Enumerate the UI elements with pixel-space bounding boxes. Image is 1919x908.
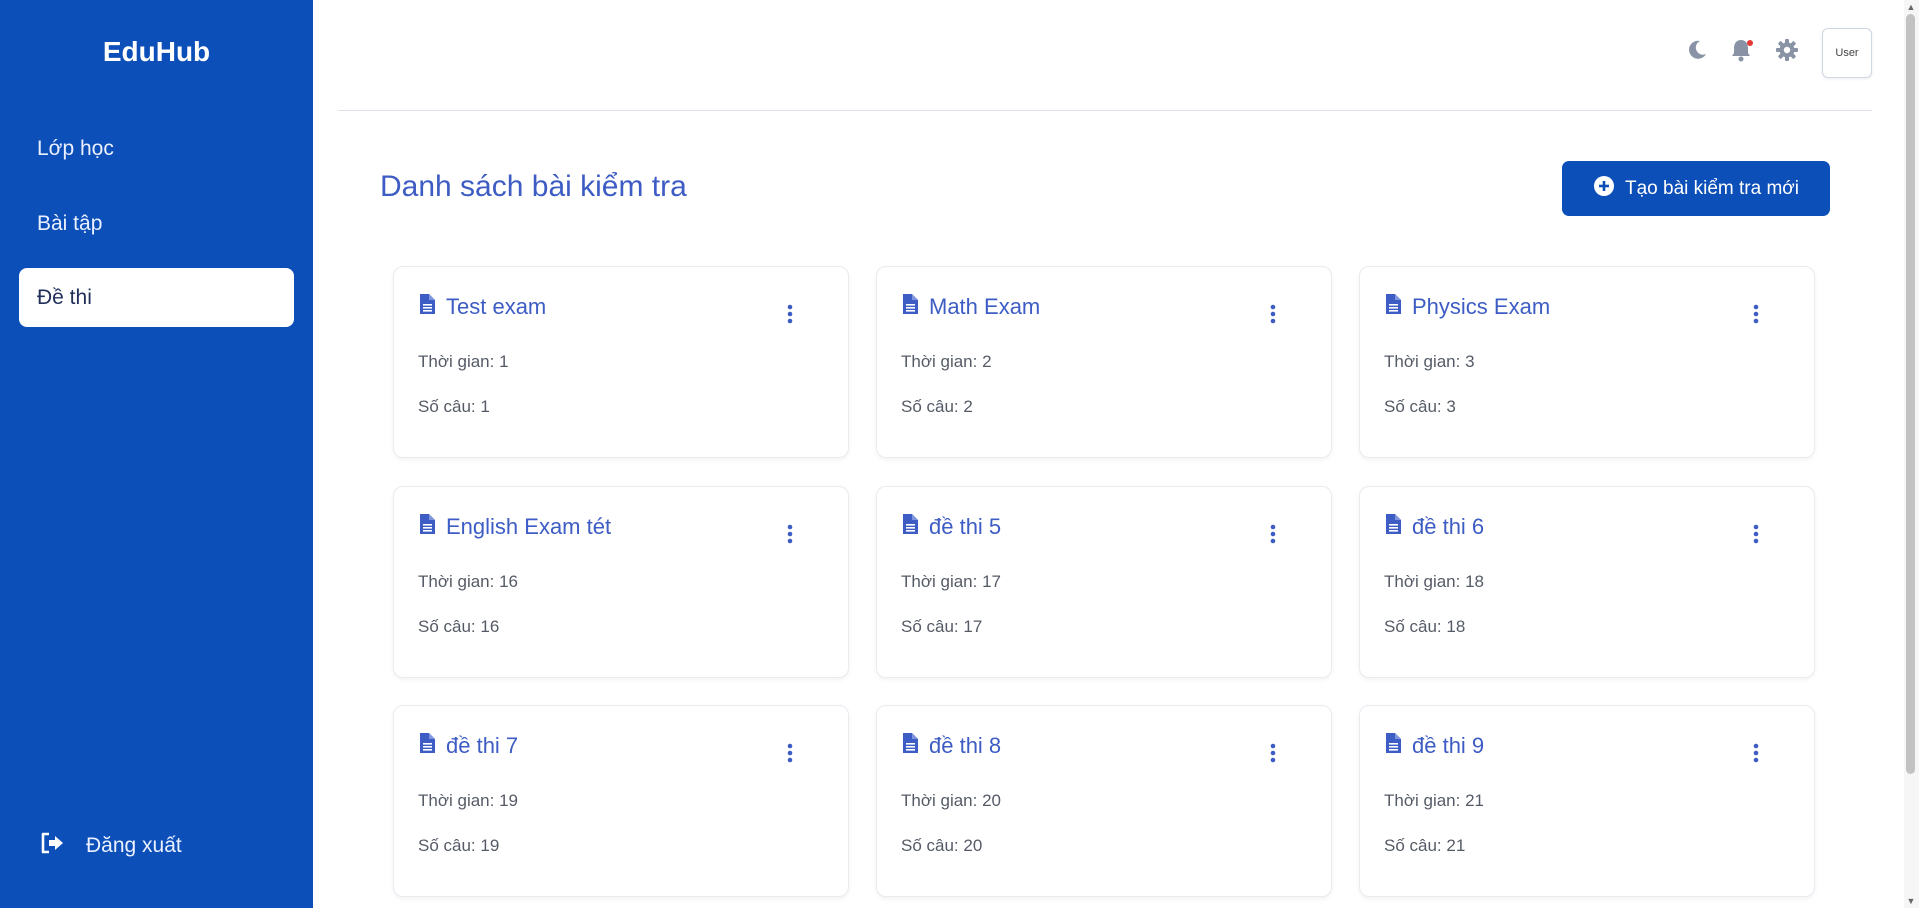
exam-card[interactable]: đề thi 6 Thời gian: 18 Số câu: 18 <box>1359 486 1815 678</box>
exam-card[interactable]: English Exam tét Thời gian: 16 Số câu: 16 <box>393 486 849 678</box>
settings-button[interactable] <box>1773 38 1801 66</box>
exam-card-duration: Thời gian: 19 <box>418 791 518 810</box>
more-vertical-icon <box>1270 304 1276 329</box>
exam-card-title-text: đề thi 7 <box>446 733 519 758</box>
sidebar: EduHub Lớp học Bài tập Đề thi Đăng xuất <box>0 0 313 908</box>
exam-card[interactable]: đề thi 7 Thời gian: 19 Số câu: 19 <box>393 705 849 897</box>
sidebar-item-assignments[interactable]: Bài tập <box>19 194 294 253</box>
exam-card-duration: Thời gian: 20 <box>901 791 1001 810</box>
exam-card-duration: Thời gian: 3 <box>1384 352 1475 371</box>
exam-card-question-count: Số câu: 19 <box>418 836 500 855</box>
exam-card-title[interactable]: đề thi 6 <box>1384 513 1484 541</box>
exam-card-duration: Thời gian: 16 <box>418 572 518 591</box>
logout-icon <box>40 832 64 860</box>
logout-label: Đăng xuất <box>86 834 182 857</box>
page-title: Danh sách bài kiểm tra <box>380 170 687 203</box>
exam-card-menu-button[interactable] <box>1748 523 1764 549</box>
theme-toggle-button[interactable] <box>1683 38 1711 66</box>
exam-card-menu-button[interactable] <box>1265 303 1281 329</box>
exam-card-title[interactable]: đề thi 7 <box>418 732 518 760</box>
exam-card-duration: Thời gian: 17 <box>901 572 1001 591</box>
exam-card-question-count: Số câu: 21 <box>1384 836 1466 855</box>
gear-icon <box>1775 38 1799 67</box>
exam-card-title[interactable]: đề thi 5 <box>901 513 1001 541</box>
exam-card[interactable]: Physics Exam Thời gian: 3 Số câu: 3 <box>1359 266 1815 458</box>
exam-card[interactable]: đề thi 5 Thời gian: 17 Số câu: 17 <box>876 486 1332 678</box>
sidebar-item-exams[interactable]: Đề thi <box>19 268 294 327</box>
exam-card-title-text: Math Exam <box>929 294 1041 319</box>
exam-card-title[interactable]: Math Exam <box>901 293 1040 321</box>
document-icon <box>901 513 919 541</box>
document-icon <box>1384 513 1402 541</box>
exam-card-title-text: đề thi 5 <box>929 514 1002 539</box>
exam-card-question-count: Số câu: 18 <box>1384 617 1466 636</box>
create-exam-button[interactable]: Tạo bài kiểm tra mới <box>1562 161 1830 216</box>
more-vertical-icon <box>1270 524 1276 549</box>
more-vertical-icon <box>1270 743 1276 768</box>
more-vertical-icon <box>1753 304 1759 329</box>
document-icon <box>418 732 436 760</box>
notifications-button[interactable] <box>1727 38 1755 66</box>
notification-dot <box>1747 40 1753 46</box>
more-vertical-icon <box>1753 524 1759 549</box>
exam-card-menu-button[interactable] <box>1265 742 1281 768</box>
document-icon <box>901 732 919 760</box>
document-icon <box>1384 293 1402 321</box>
scroll-up-arrow[interactable]: ▲ <box>1906 2 1916 12</box>
exam-card-menu-button[interactable] <box>782 523 798 549</box>
sidebar-item-label: Lớp học <box>37 136 114 160</box>
exam-card-menu-button[interactable] <box>1265 523 1281 549</box>
sidebar-item-label: Đề thi <box>37 285 92 309</box>
exam-card-duration: Thời gian: 2 <box>901 352 992 371</box>
exam-card-question-count: Số câu: 20 <box>901 836 983 855</box>
brand-logo[interactable]: EduHub <box>0 36 313 68</box>
moon-icon <box>1686 39 1708 66</box>
exam-card-title[interactable]: đề thi 8 <box>901 732 1001 760</box>
exam-card-menu-button[interactable] <box>1748 742 1764 768</box>
document-icon <box>418 293 436 321</box>
sidebar-item-classes[interactable]: Lớp học <box>19 119 294 178</box>
exam-card[interactable]: Test exam Thời gian: 1 Số câu: 1 <box>393 266 849 458</box>
exam-card-title-text: đề thi 8 <box>929 733 1002 758</box>
exam-card-menu-button[interactable] <box>782 303 798 329</box>
exam-card-menu-button[interactable] <box>1748 303 1764 329</box>
exam-card-title[interactable]: English Exam tét <box>418 513 611 541</box>
exam-card-title[interactable]: Test exam <box>418 293 546 321</box>
exam-card-title-text: English Exam tét <box>446 514 612 539</box>
user-label: User <box>1835 47 1859 59</box>
exam-card-duration: Thời gian: 21 <box>1384 791 1484 810</box>
create-exam-label: Tạo bài kiểm tra mới <box>1624 177 1799 199</box>
exam-card-title[interactable]: Physics Exam <box>1384 293 1550 321</box>
exam-card[interactable]: đề thi 9 Thời gian: 21 Số câu: 21 <box>1359 705 1815 897</box>
exam-card-duration: Thời gian: 18 <box>1384 572 1484 591</box>
plus-circle-icon <box>1593 175 1615 203</box>
scrollbar-thumb[interactable] <box>1906 14 1915 774</box>
document-icon <box>1384 732 1402 760</box>
exam-card-question-count: Số câu: 17 <box>901 617 983 636</box>
exam-card-title-text: Physics Exam <box>1412 294 1551 319</box>
header-divider <box>338 110 1872 111</box>
exam-card-title-text: Test exam <box>446 294 547 319</box>
user-avatar-button[interactable]: User <box>1822 28 1872 78</box>
exam-card-title-text: đề thi 9 <box>1412 733 1485 758</box>
document-icon <box>901 293 919 321</box>
exam-card-question-count: Số câu: 2 <box>901 397 973 416</box>
more-vertical-icon <box>1753 743 1759 768</box>
logout-button[interactable]: Đăng xuất <box>40 832 182 860</box>
exam-card-question-count: Số câu: 16 <box>418 617 500 636</box>
document-icon <box>418 513 436 541</box>
exam-card-title-text: đề thi 6 <box>1412 514 1485 539</box>
more-vertical-icon <box>787 524 793 549</box>
exam-card-question-count: Số câu: 1 <box>418 397 490 416</box>
exam-card[interactable]: Math Exam Thời gian: 2 Số câu: 2 <box>876 266 1332 458</box>
exam-card-question-count: Số câu: 3 <box>1384 397 1456 416</box>
more-vertical-icon <box>787 304 793 329</box>
exam-card-title[interactable]: đề thi 9 <box>1384 732 1484 760</box>
exam-card-menu-button[interactable] <box>782 742 798 768</box>
exam-card[interactable]: đề thi 8 Thời gian: 20 Số câu: 20 <box>876 705 1332 897</box>
more-vertical-icon <box>787 743 793 768</box>
scroll-down-arrow[interactable]: ▼ <box>1906 896 1916 906</box>
exam-card-duration: Thời gian: 1 <box>418 352 509 371</box>
sidebar-item-label: Bài tập <box>37 211 103 235</box>
